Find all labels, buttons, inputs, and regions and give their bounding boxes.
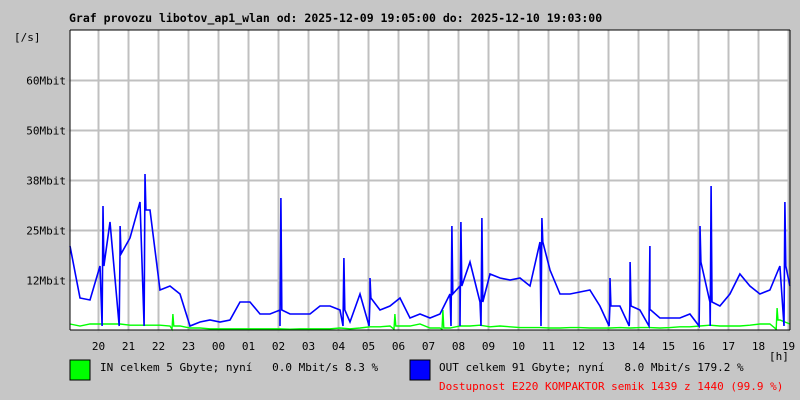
x-tick-label: 15 (662, 340, 675, 353)
x-tick-label: 12 (572, 340, 585, 353)
x-tick-label: 20 (92, 340, 105, 353)
y-tick-label: 38Mbit (26, 175, 66, 188)
chart-title: Graf provozu libotov_ap1_wlan od: 2025-1… (69, 11, 602, 26)
x-tick-label: 16 (692, 340, 705, 353)
x-tick-label: 02 (272, 340, 285, 353)
y-tick-label: 60Mbit (26, 75, 66, 88)
x-tick-label: 05 (362, 340, 375, 353)
x-tick-label: 23 (182, 340, 195, 353)
x-tick-label: 07 (422, 340, 435, 353)
legend-out-swatch (409, 359, 431, 381)
legend-out-text: OUT celkem 91 Gbyte; nyní 8.0 Mbit/s 179… (439, 361, 744, 374)
y-tick-labels: 12Mbit 25Mbit 38Mbit 50Mbit 60Mbit (26, 75, 66, 288)
x-tick-labels: 20 21 22 23 00 01 02 03 04 05 06 07 08 09 10 11 12 13 14 15… (92, 340, 795, 353)
x-axis-unit: [h] (769, 350, 789, 363)
x-tick-label: 22 (152, 340, 165, 353)
legend-in-swatch (69, 359, 91, 381)
legend-in-text: IN celkem 5 Gbyte; nyní 0.0 Mbit/s 8.3 % (100, 361, 379, 374)
x-tick-label: 14 (632, 340, 646, 353)
x-tick-label: 09 (482, 340, 495, 353)
y-tick-label: 50Mbit (26, 125, 66, 138)
x-tick-label: 00 (212, 340, 225, 353)
y-tick-label: 25Mbit (26, 225, 66, 238)
x-tick-label: 04 (332, 340, 346, 353)
y-axis-unit: [/s] (14, 31, 41, 44)
x-tick-label: 11 (542, 340, 555, 353)
x-tick-label: 17 (722, 340, 735, 353)
x-tick-label: 06 (392, 340, 405, 353)
x-tick-label: 18 (752, 340, 765, 353)
x-tick-label: 01 (242, 340, 255, 353)
traffic-chart: Graf provozu libotov_ap1_wlan od: 2025-1… (14, 11, 795, 393)
x-tick-label: 03 (302, 340, 315, 353)
x-tick-label: 21 (122, 340, 135, 353)
x-tick-label: 13 (602, 340, 615, 353)
availability-text: Dostupnost E220 KOMPAKTOR semik 1439 z 1… (439, 380, 783, 393)
y-tick-label: 12Mbit (26, 275, 66, 288)
x-tick-label: 08 (452, 340, 465, 353)
x-tick-label: 10 (512, 340, 525, 353)
